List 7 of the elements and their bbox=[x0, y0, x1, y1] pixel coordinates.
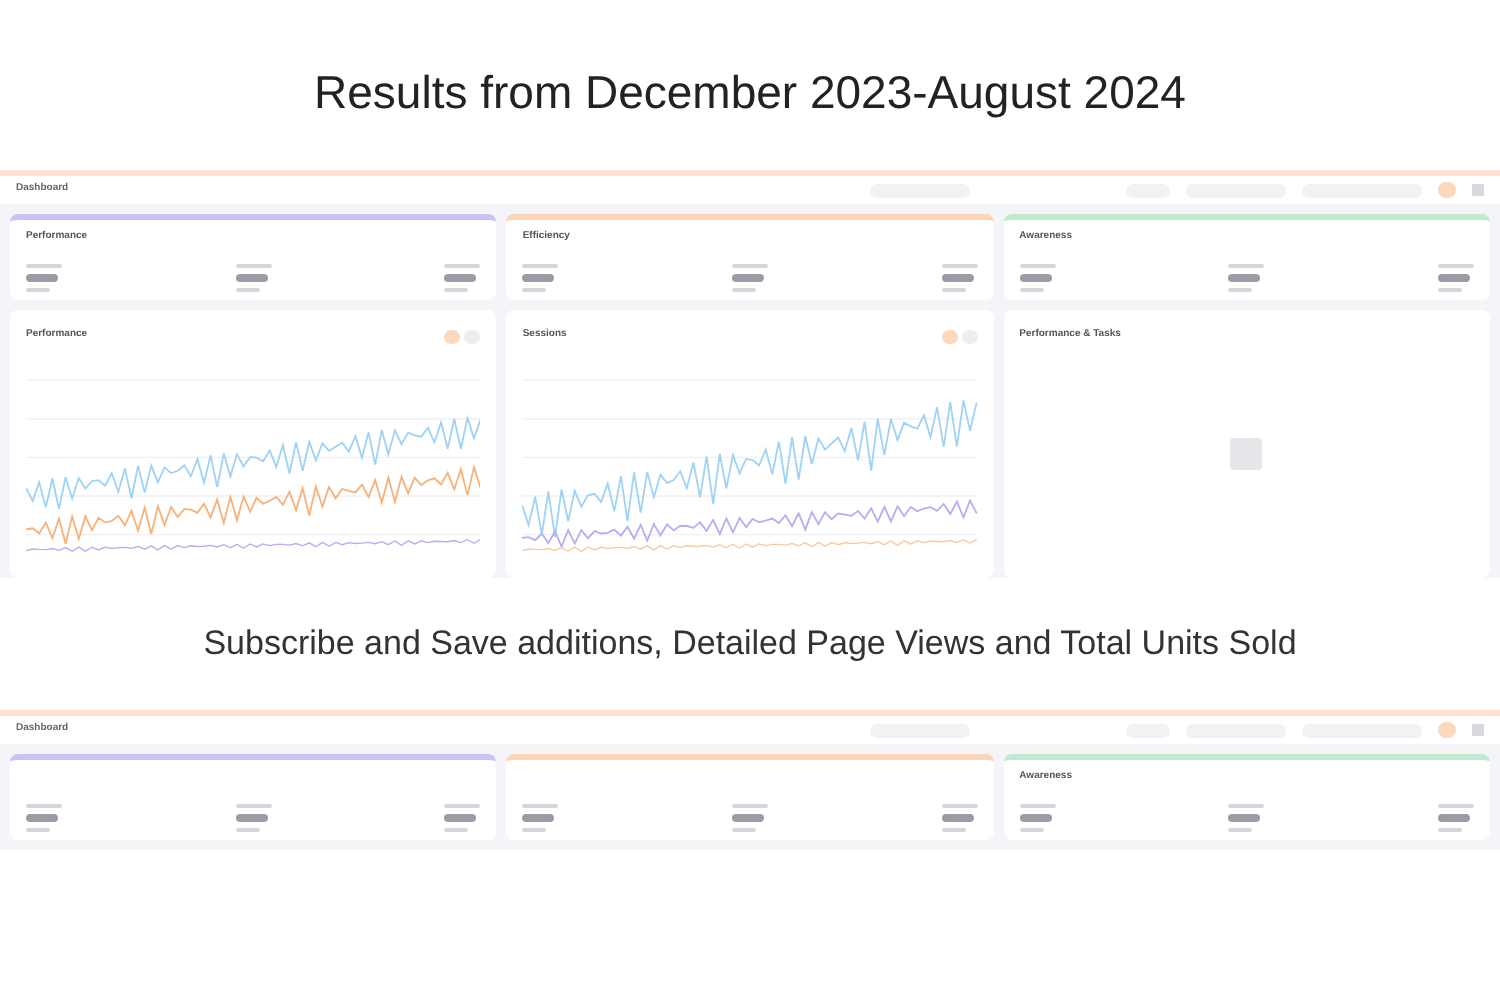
empty-state-icon bbox=[1226, 433, 1267, 474]
filter-button[interactable] bbox=[1438, 722, 1456, 738]
grid-icon[interactable] bbox=[1472, 724, 1484, 736]
page-heading: Results from December 2023-August 2024 bbox=[314, 64, 1186, 123]
grid-icon[interactable] bbox=[1472, 184, 1484, 196]
filter-button[interactable] bbox=[1438, 182, 1456, 198]
section-caption: Subscribe and Save additions, Detailed Page Views and Total Units Sold bbox=[203, 622, 1297, 667]
